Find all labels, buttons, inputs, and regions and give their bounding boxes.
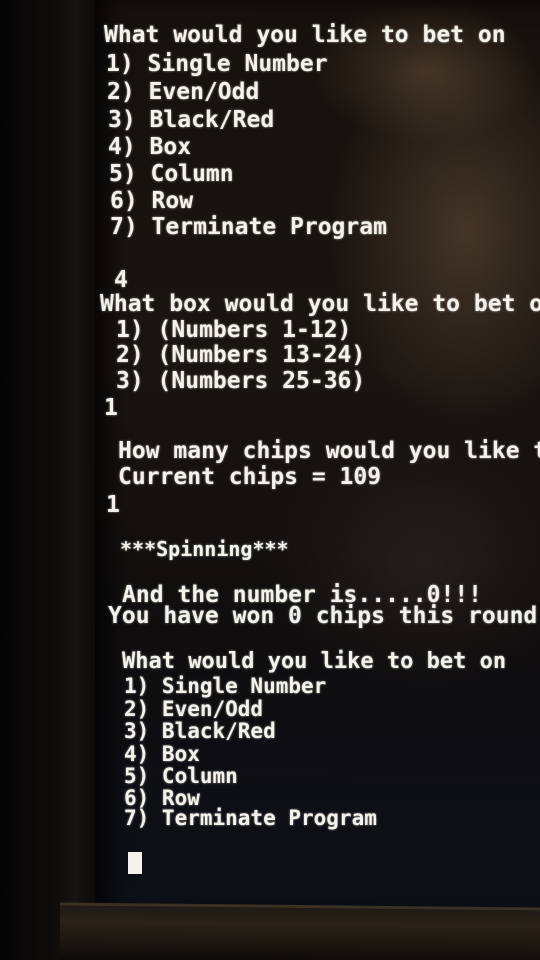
menu-option-terminate: 7) Terminate Program bbox=[110, 214, 387, 240]
menu-option-single-number: 1) Single Number bbox=[106, 51, 328, 77]
terminal-output: What would you like to bet on 1) Single … bbox=[0, 0, 540, 900]
menu-option-row: 6) Row bbox=[110, 188, 194, 214]
prompt-chips: How many chips would you like to bbox=[118, 438, 540, 464]
menu-option-column: 5) Column bbox=[109, 161, 234, 187]
prompt-box: What box would you like to bet on bbox=[100, 291, 540, 317]
menu-option-terminate-repeat: 7) Terminate Program bbox=[124, 806, 377, 830]
menu-option-black-red: 3) Black/Red bbox=[108, 107, 275, 133]
prompt-bet-type-repeat: What would you like to bet on bbox=[122, 649, 507, 674]
user-input-bet-type: 4 bbox=[114, 267, 128, 293]
box-option-1: 1) (Numbers 1-12) bbox=[116, 317, 352, 343]
box-option-2: 2) (Numbers 13-24) bbox=[116, 342, 366, 368]
prompt-bet-type: What would you like to bet on bbox=[104, 22, 506, 48]
menu-option-box: 4) Box bbox=[108, 134, 192, 160]
monitor-bezel-bottom bbox=[60, 902, 540, 960]
box-option-3: 3) (Numbers 25-36) bbox=[116, 368, 366, 394]
current-chips: Current chips = 109 bbox=[118, 464, 382, 490]
text-cursor[interactable] bbox=[128, 852, 142, 874]
terminal-photo: What would you like to bet on 1) Single … bbox=[0, 0, 540, 960]
round-winnings: You have won 0 chips this round bbox=[108, 603, 538, 629]
user-input-chips: 1 bbox=[106, 492, 120, 518]
spinning-status: ***Spinning*** bbox=[120, 537, 289, 561]
user-input-box: 1 bbox=[104, 395, 118, 421]
menu-option-even-odd: 2) Even/Odd bbox=[107, 79, 260, 105]
